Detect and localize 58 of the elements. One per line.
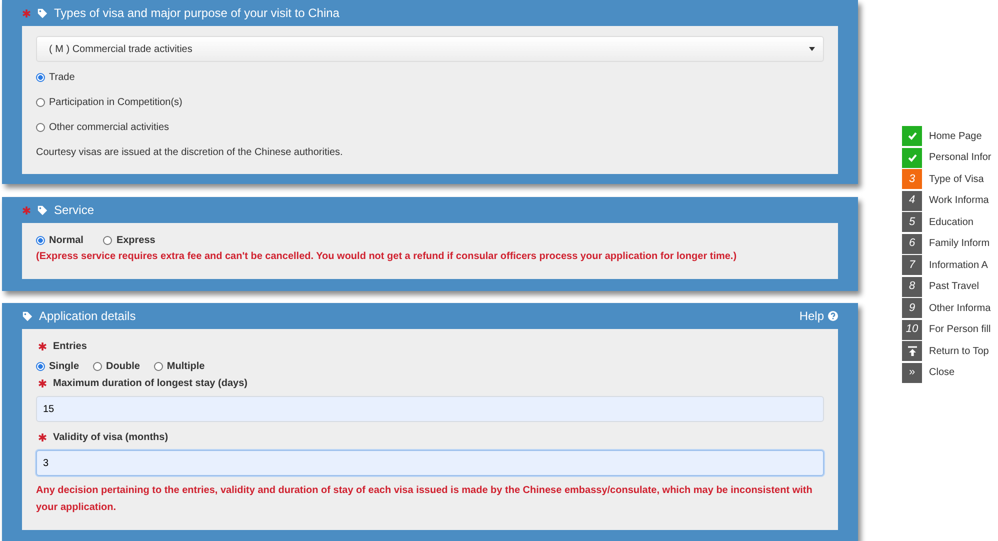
- check-icon: [908, 132, 916, 140]
- field-label: Entries: [53, 340, 87, 354]
- tag-icon: [22, 310, 33, 322]
- step-item[interactable]: 4 Work Informa: [902, 190, 992, 210]
- radio-option[interactable]: Trade: [36, 70, 75, 85]
- radio-button[interactable]: [36, 123, 45, 132]
- input-field[interactable]: 15: [36, 396, 824, 422]
- field-label: Validity of visa (months): [53, 431, 168, 445]
- radio-button[interactable]: [103, 236, 112, 245]
- step-item[interactable]: 9 Other Informa: [902, 298, 992, 318]
- tag-icon: [37, 204, 48, 216]
- step-number: 6: [902, 234, 922, 254]
- radio-option[interactable]: Double: [93, 359, 140, 374]
- step-item[interactable]: 8 Past Travel: [902, 276, 992, 296]
- radio-button[interactable]: [93, 362, 102, 371]
- step-item[interactable]: 7 Information A: [902, 255, 992, 275]
- help-icon: [828, 311, 838, 321]
- caret-icon: [809, 47, 815, 51]
- step-item[interactable]: Home Page: [902, 126, 992, 146]
- step-number: 3: [902, 169, 922, 189]
- step-number: 7: [902, 255, 922, 275]
- check-icon: [908, 154, 916, 162]
- radio-button[interactable]: [36, 98, 45, 107]
- step-item[interactable]: » Close: [902, 362, 992, 382]
- panel-title: Application details: [39, 308, 136, 325]
- radio-option[interactable]: Express: [103, 233, 156, 248]
- warning-text: (Express service requires extra fee and can't be cancelled. You would not get a refund if consular officers process your application for longer time.): [36, 250, 738, 264]
- help-link[interactable]: Help: [799, 307, 838, 325]
- warning-text: Any decision pertaining to the entries, validity and duration of stay of each visa issued is made by the Chinese embassy/consulate, which may be inconsistent with your application.: [36, 484, 814, 515]
- note-text: Courtesy visas are issued at the discretion of the Chinese authorities.: [36, 146, 344, 160]
- step-number: 4: [902, 190, 922, 210]
- radio-button[interactable]: [36, 236, 45, 245]
- step-item[interactable]: Return to Top: [902, 341, 992, 361]
- radio-option[interactable]: Multiple: [154, 359, 205, 374]
- top-arrow-icon: [908, 346, 916, 356]
- step-item[interactable]: 10 For Person fill: [902, 320, 992, 340]
- radio-button[interactable]: [36, 362, 45, 371]
- radio-option[interactable]: Participation in Competition(s): [36, 95, 182, 110]
- step-number: 5: [902, 212, 922, 232]
- step-item[interactable]: Personal Infor: [902, 148, 992, 168]
- radio-button[interactable]: [36, 73, 45, 82]
- visa-type-select[interactable]: ( M ) Commercial trade activities: [36, 36, 824, 62]
- step-number: »: [902, 362, 922, 382]
- step-item[interactable]: 5 Education: [902, 212, 992, 232]
- input-field[interactable]: 3: [36, 450, 824, 476]
- step-item[interactable]: 6 Family Inform: [902, 234, 992, 254]
- radio-option[interactable]: Other commercial activities: [36, 120, 170, 135]
- step-number: 8: [902, 276, 922, 296]
- panel-title: Service: [54, 202, 94, 219]
- radio-option[interactable]: Normal: [36, 233, 84, 248]
- tag-icon: [37, 8, 48, 18]
- step-number: 10: [902, 320, 922, 340]
- step-item[interactable]: 3 Type of Visa: [902, 169, 992, 189]
- radio-option[interactable]: Single: [36, 359, 80, 374]
- panel-title: Types of visa and major purpose of your visit to China: [54, 5, 340, 22]
- radio-button[interactable]: [154, 362, 163, 371]
- field-label: Maximum duration of longest stay (days): [53, 377, 248, 391]
- step-number: 9: [902, 298, 922, 318]
